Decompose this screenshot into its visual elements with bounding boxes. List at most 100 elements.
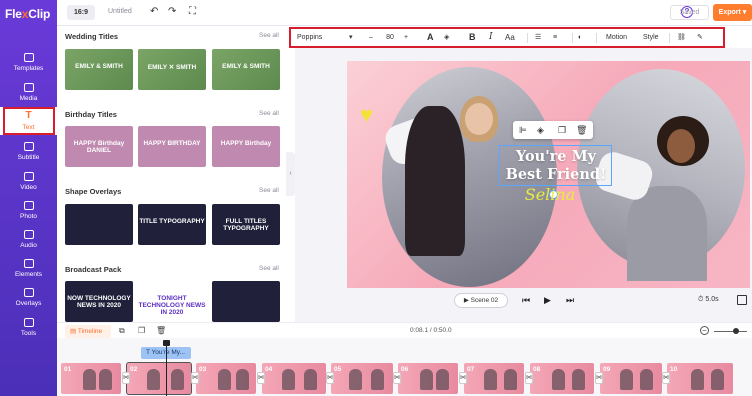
see-all-link[interactable]: See all (259, 187, 279, 194)
font-size-field[interactable]: 80 (379, 31, 401, 45)
see-all-link[interactable]: See all (259, 32, 279, 39)
transition-icon[interactable]: ⋈ (191, 372, 199, 384)
template-thumb[interactable]: EMILY & SMITH (65, 49, 133, 90)
template-thumb[interactable]: EMILY ✕ SMITH (138, 49, 206, 90)
style-button[interactable]: Style (643, 32, 659, 44)
template-thumb[interactable] (212, 281, 280, 322)
sidebar-item-media[interactable]: Media (0, 78, 57, 106)
scene-clip[interactable]: 06 (398, 363, 458, 394)
layers-icon[interactable]: ◈ (537, 124, 544, 136)
project-title[interactable]: Untitled (108, 8, 132, 15)
scene-clip[interactable]: 04 (262, 363, 326, 394)
redo-icon[interactable]: ↷ (168, 6, 176, 18)
template-thumb[interactable]: HAPPY BIRTHDAY (138, 126, 206, 167)
zoom-out-icon[interactable]: – (700, 326, 709, 335)
align-icon[interactable]: ⊫ (519, 124, 527, 136)
scene-clip[interactable]: 02 (126, 362, 192, 395)
scene-clip[interactable]: 03 (196, 363, 256, 394)
zoom-slider-handle[interactable] (733, 328, 739, 334)
scene-clip[interactable]: 07 (464, 363, 524, 394)
text-case-button[interactable]: Aa (505, 32, 515, 44)
italic-button[interactable]: I (489, 31, 493, 43)
edit-icon[interactable]: ✎ (697, 32, 703, 44)
zoom-slider[interactable] (714, 331, 747, 332)
split-icon[interactable]: ⧉ (119, 326, 125, 336)
line-spacing-icon[interactable]: ≡ (553, 32, 557, 44)
opacity-icon[interactable]: ◐ (578, 32, 582, 44)
scene-duration[interactable]: ⏱ 5.0s (698, 296, 719, 304)
sidebar-item-subtitle[interactable]: Subtitle (0, 137, 57, 165)
font-size-decrease[interactable]: – (369, 32, 373, 44)
play-scene-button[interactable]: ▶ Scene 02 (454, 293, 508, 308)
clip-number: 08 (533, 366, 541, 373)
person-face (667, 129, 695, 163)
motion-button[interactable]: Motion (606, 32, 627, 44)
transition-icon[interactable]: ⋈ (525, 372, 533, 384)
transition-icon[interactable]: ⋈ (257, 372, 265, 384)
template-thumb[interactable]: TONIGHT TECHNOLOGY NEWS IN 2020 (138, 281, 206, 322)
collapse-panel-tab[interactable]: ‹ (286, 152, 295, 196)
template-thumb[interactable]: FULL TITLES TYPOGRAPHY (212, 204, 280, 245)
fullscreen-icon[interactable]: ⛶ (189, 6, 196, 18)
scene-clip[interactable]: 01 (61, 363, 121, 394)
delete-icon[interactable]: 🗑 (576, 124, 587, 136)
headline-text[interactable]: You're My Best Friend! (500, 148, 612, 184)
align-center-icon[interactable]: ☰ (535, 32, 541, 44)
duplicate-icon[interactable]: ❐ (558, 124, 566, 136)
scene-clip[interactable]: 10 (667, 363, 733, 394)
export-button[interactable]: Export ▾ (713, 4, 752, 21)
delete-scene-icon[interactable]: 🗑 (156, 326, 166, 336)
template-thumb[interactable]: EMILY & SMITH (212, 49, 280, 90)
transition-icon[interactable]: ⋈ (662, 372, 670, 384)
thumb-label: EMILY & SMITH (222, 63, 270, 70)
font-family-select[interactable]: Poppins ▾ (297, 31, 355, 45)
scene-clip[interactable]: 09 (600, 363, 662, 394)
timeline-tab[interactable]: ▤ Timeline (65, 325, 111, 338)
sidebar-item-tools[interactable]: Tools (0, 313, 57, 341)
template-thumb[interactable]: TITLE TYPOGRAPHY (138, 204, 206, 245)
sidebar-item-label: Media (19, 94, 38, 102)
sidebar-item-overlays[interactable]: Overlays (0, 283, 57, 311)
transition-icon[interactable]: ⋈ (595, 372, 603, 384)
sidebar-item-video[interactable]: Video (0, 167, 57, 195)
playhead[interactable] (166, 340, 167, 396)
scene-clip[interactable]: 05 (331, 363, 393, 394)
previous-scene-icon[interactable]: ⏮ (522, 295, 530, 306)
text-color-icon[interactable]: A (427, 31, 434, 43)
headline-line-2: Best Friend! (505, 166, 607, 183)
highlight-color-icon[interactable]: ◈ (444, 32, 449, 44)
script-name-text[interactable]: Selina (505, 185, 595, 205)
fullscreen-preview-icon[interactable] (737, 295, 747, 305)
template-thumb[interactable] (65, 204, 133, 245)
next-scene-icon[interactable]: ⏭ (566, 295, 574, 306)
transition-icon[interactable]: ⋈ (459, 372, 467, 384)
sidebar-item-templates[interactable]: Templates (0, 48, 57, 76)
scene-clip[interactable]: 08 (530, 363, 594, 394)
font-size-increase[interactable]: + (404, 32, 408, 44)
see-all-link[interactable]: See all (259, 110, 279, 117)
see-all-link[interactable]: See all (259, 265, 279, 272)
sidebar-item-audio[interactable]: Audio (0, 225, 57, 253)
transition-icon[interactable]: ⋈ (326, 372, 334, 384)
clip-number: 06 (401, 366, 409, 373)
saved-button[interactable]: Saved (670, 5, 709, 20)
template-thumb[interactable]: HAPPY Birthday DANIEL (65, 126, 133, 167)
template-thumb[interactable]: NOW TECHNOLOGY NEWS IN 2020 (65, 281, 133, 322)
play-icon[interactable]: ▶ (544, 295, 551, 306)
aspect-ratio-button[interactable]: 16:9 (67, 5, 95, 20)
section-title: Birthday Titles (65, 110, 117, 119)
transition-icon[interactable]: ⋈ (393, 372, 401, 384)
sidebar-item-elements[interactable]: Elements (0, 254, 57, 282)
divider (572, 33, 573, 43)
template-thumb[interactable]: HAPPY Birthday (212, 126, 280, 167)
duplicate-scene-icon[interactable]: ❐ (138, 326, 145, 336)
clip-number: 07 (467, 366, 475, 373)
bold-button[interactable]: B (469, 31, 476, 43)
link-icon[interactable]: ⛓ (677, 32, 686, 44)
transition-icon[interactable]: ⋈ (122, 372, 130, 384)
undo-icon[interactable]: ↶ (150, 6, 158, 18)
text-track-label: You're My... (151, 349, 185, 356)
templates-icon (23, 52, 34, 62)
heart-sticker[interactable]: ♥ (360, 104, 373, 126)
sidebar-item-photo[interactable]: Photo (0, 196, 57, 224)
